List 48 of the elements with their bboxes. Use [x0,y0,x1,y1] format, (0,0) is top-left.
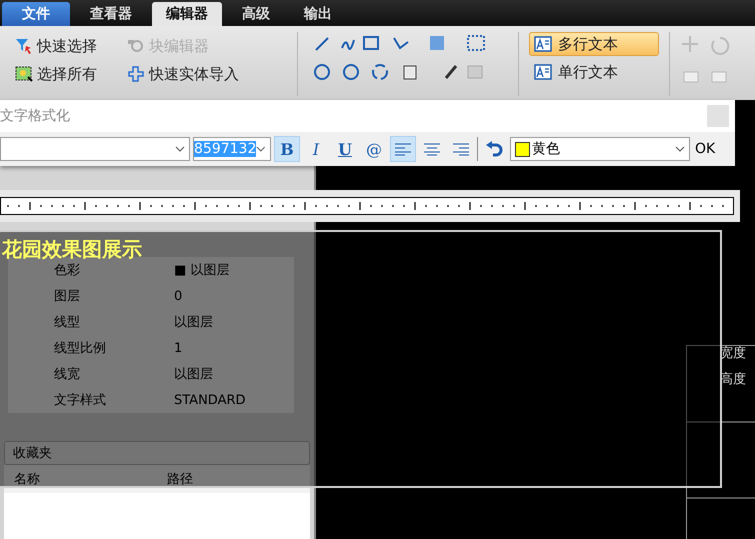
property-name: 文字样式 [53,392,107,409]
property-value: 1 [174,340,182,356]
property-name: 线型 [53,314,81,331]
undo-icon [485,141,503,157]
menu-tab[interactable]: 编辑器 [152,2,222,26]
property-name: 线型比例 [53,340,107,357]
favorites-title: 收藏夹 [13,445,52,462]
menu-tab[interactable]: 高级 [228,2,284,26]
property-value: ■ 以图层 [174,262,230,279]
ribbon-button[interactable]: 快速选择 [15,32,127,60]
editor-text: 花园效果图展示 [2,236,142,263]
menu-tab[interactable]: 查看器 [76,2,146,26]
ribbon-button[interactable]: 选择所有 [15,60,127,88]
property-name: 色彩 [53,262,81,279]
dialog-title: 文字格式化 [0,107,70,125]
format-button[interactable]: B [274,136,300,162]
property-name: 线宽 [53,366,81,383]
menu-tab[interactable]: 输出 [290,2,346,26]
property-name: 图层 [53,288,81,305]
color-dropdown[interactable]: 黄色 [510,137,690,161]
format-button[interactable]: U [332,136,358,162]
ribbon-button[interactable]: 单行文本 [529,60,659,84]
text-icon [534,35,552,53]
chevron-down-icon [175,146,185,152]
menu-tab[interactable]: 文件 [2,2,70,26]
align-left-icon [394,142,412,156]
ribbon-button[interactable]: 快速实体导入 [127,60,287,88]
format-button[interactable]: @ [361,136,387,162]
block-editor-icon [127,37,145,55]
align-right-icon [452,142,470,156]
chevron-down-icon [675,146,685,152]
select-all-icon [15,65,33,83]
format-button[interactable]: I [303,136,329,162]
plus-icon [127,65,145,83]
property-value: 以图层 [174,314,213,331]
property-value: 以图层 [174,366,213,383]
property-value: STANDARD [174,392,246,408]
text-icon [534,63,552,81]
font-dropdown[interactable] [0,137,190,161]
ok-button[interactable]: OK [693,141,718,157]
column-header: 路径 [166,471,194,488]
chevron-down-icon [256,146,266,152]
ribbon-button[interactable]: 多行文本 [529,32,659,56]
align-center-icon [423,142,441,156]
funnel-icon [15,37,33,55]
align-button[interactable] [390,136,416,162]
column-header: 名称 [13,471,41,488]
property-value: 0 [174,288,182,304]
